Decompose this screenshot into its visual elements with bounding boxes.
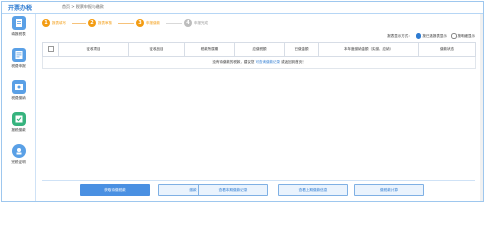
- empty-row: 没有待缴款的税款，建议您 可查询缴款记录 或返回到首页！: [42, 56, 476, 69]
- display-option-1[interactable]: 按已选报表显示: [422, 34, 447, 38]
- col-tax-due: 应缴税额: [234, 42, 285, 57]
- sidebar-item-label: 完税证明: [11, 160, 26, 164]
- step-connector: [72, 23, 86, 24]
- empty-suffix: 或返回到首页！: [281, 60, 306, 64]
- empty-prefix: 没有待缴款的税款，建议您: [212, 60, 255, 64]
- col-levy-item: 征收项目: [58, 42, 129, 57]
- display-mode-label: 报表显示方式：: [387, 33, 412, 38]
- main-panel: 1 报表填写 2 报表审核 3 申报缴款 4 申报完成 报表显示方式： 按已选报…: [38, 14, 479, 200]
- sidebar: 填报税表 税费申报 税费缴纳 报税缴款 完税证明: [2, 14, 36, 201]
- sidebar-item-remit[interactable]: 报税缴款: [2, 112, 35, 140]
- col-year-amount: 本年度缴纳金额（实缴、应纳）: [318, 42, 419, 57]
- step-connector: [118, 23, 134, 24]
- view-previous-info-button[interactable]: 查看上期缴款信息: [278, 184, 348, 196]
- step-number: 1: [42, 19, 50, 27]
- step-number: 2: [88, 19, 96, 27]
- window-frame: 开票办税 首页 > 税票申报与缴款 填报税表 税费申报 税费缴纳 报税缴款 完税…: [1, 1, 484, 202]
- sidebar-item-label: 填报税表: [11, 32, 26, 36]
- cert-icon: [11, 144, 26, 158]
- radio-selected[interactable]: [415, 33, 422, 39]
- pay-icon: [11, 112, 26, 126]
- payment-table: 征收项目 征收品目 税款所属期 应缴税额 已缴金额 本年度缴纳金额（实缴、应纳）…: [42, 42, 476, 69]
- sidebar-item-pay[interactable]: 税费缴纳: [2, 80, 35, 108]
- step-label: 申报缴款: [146, 20, 160, 25]
- top-header: 开票办税 首页 > 税票申报与缴款: [2, 2, 483, 14]
- get-pending-button[interactable]: 获取待缴税款: [80, 184, 150, 196]
- payment-record-link[interactable]: 可查询缴款记录: [256, 60, 281, 64]
- empty-message: 没有待缴款的税款，建议您 可查询缴款记录 或返回到首页！: [42, 56, 476, 69]
- view-current-records-button[interactable]: 查看本期缴款记录: [198, 184, 268, 196]
- col-status: 缴款状态: [418, 42, 476, 57]
- col-paid: 已缴金额: [284, 42, 319, 57]
- document-icon: [11, 16, 26, 30]
- action-bar: 获取待缴税款 缴款 查看本期缴款记录 查看上期缴款信息 缴税款计算: [38, 184, 479, 196]
- list-icon: [11, 48, 26, 62]
- radio-unselected[interactable]: [451, 33, 457, 39]
- step-number: 3: [136, 19, 144, 27]
- sidebar-item-declare[interactable]: 税费申报: [2, 48, 35, 76]
- calculate-tax-button[interactable]: 缴税款计算: [354, 184, 424, 196]
- sidebar-item-fill[interactable]: 填报税表: [2, 16, 35, 44]
- scrollbar[interactable]: [480, 14, 483, 201]
- step-progress: 1 报表填写 2 报表审核 3 申报缴款 4 申报完成: [42, 19, 242, 29]
- step-label: 报表审核: [98, 20, 112, 25]
- step-label: 申报完成: [194, 20, 208, 25]
- step-number: 4: [184, 19, 192, 27]
- breadcrumb: 首页 > 税票申报与缴款: [62, 4, 104, 9]
- sidebar-item-label: 报税缴款: [11, 128, 26, 132]
- step-label: 报表填写: [52, 20, 66, 25]
- display-mode-selector: 报表显示方式： 按已选报表显示 按明细显示: [387, 33, 475, 39]
- tax-icon: [11, 80, 26, 94]
- display-option-2[interactable]: 按明细显示: [458, 34, 476, 38]
- divider: [42, 180, 475, 181]
- table-header-row: 征收项目 征收品目 税款所属期 应缴税额 已缴金额 本年度缴纳金额（实缴、应纳）…: [42, 42, 476, 57]
- step-connector: [166, 23, 182, 24]
- select-all-checkbox[interactable]: [42, 42, 59, 57]
- col-levy-subitem: 征收品目: [128, 42, 185, 57]
- app-title: 开票办税: [8, 5, 33, 12]
- sidebar-item-label: 税费申报: [11, 64, 26, 68]
- sidebar-item-certificate[interactable]: 完税证明: [2, 144, 35, 172]
- sidebar-item-label: 税费缴纳: [11, 96, 26, 100]
- col-tax-period: 税款所属期: [184, 42, 235, 57]
